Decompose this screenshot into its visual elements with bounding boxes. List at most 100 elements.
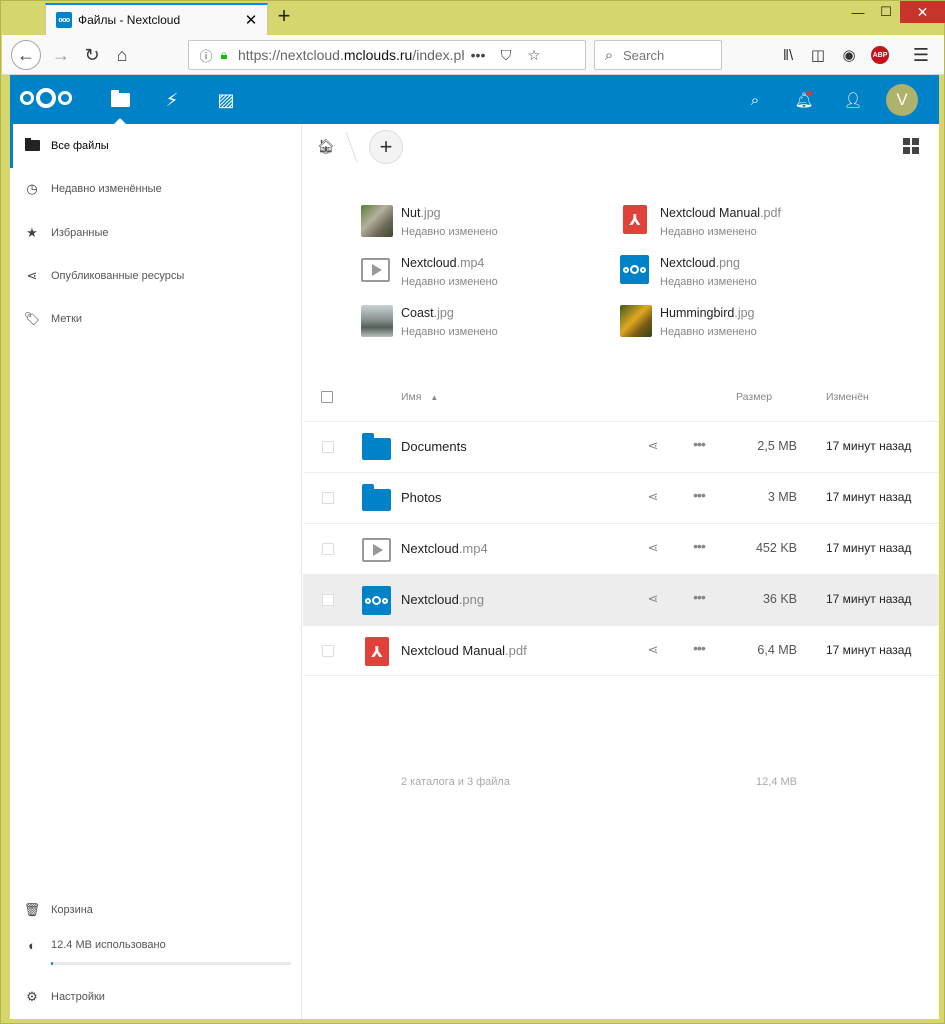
recent-file-item[interactable]: ⅄ Nextcloud Manual.pdf Недавно изменено [620, 204, 870, 244]
select-all-checkbox[interactable] [321, 391, 333, 403]
recent-file-status: Недавно изменено [660, 326, 757, 338]
column-header-name[interactable]: Имя ▲ [401, 391, 438, 403]
bookmark-star-icon[interactable]: ☆ [520, 47, 548, 64]
nextcloud-logo[interactable] [20, 88, 72, 108]
recent-file-item[interactable]: Hummingbird.jpg Недавно изменено [620, 304, 870, 344]
recent-file-item[interactable]: Nut.jpg Недавно изменено [361, 204, 611, 244]
sidebar-item-favorites[interactable]: ★ Избранные [10, 211, 302, 255]
sidebar-item-all-files[interactable]: Все файлы [10, 124, 302, 168]
sidebar-item-label: Настройки [51, 991, 105, 1003]
share-icon[interactable]: ⋖ [644, 438, 662, 456]
share-icon[interactable]: ⋖ [644, 489, 662, 507]
user-avatar[interactable]: V [886, 84, 918, 116]
info-icon[interactable]: ⓘ [196, 46, 216, 65]
column-header-size[interactable]: Размер [736, 391, 772, 403]
adblock-icon[interactable]: ABP [866, 41, 894, 69]
sidebar-item-shares[interactable]: ⋖ Опубликованные ресурсы [10, 254, 302, 298]
table-row[interactable]: Photos ⋖ ••• 3 MB 17 минут назад [303, 472, 939, 523]
image-thumbnail [361, 305, 393, 337]
file-name[interactable]: Nextcloud.png [401, 592, 484, 607]
pocket-icon[interactable]: ⛉ [492, 47, 520, 64]
library-icon[interactable]: ‖\ [774, 41, 802, 69]
nextcloud-image-thumbnail [620, 255, 652, 287]
sidebar-item-label: Метки [51, 313, 83, 325]
folder-icon [362, 433, 391, 462]
account-icon[interactable]: ◉ [835, 41, 863, 69]
recent-file-status: Недавно изменено [660, 276, 757, 288]
maximize-button[interactable]: ☐ [872, 1, 900, 23]
add-new-button[interactable]: + [369, 130, 403, 164]
files-app-icon[interactable] [108, 88, 132, 125]
search-placeholder: Search [623, 47, 665, 63]
file-modified: 17 минут назад [826, 592, 912, 606]
share-icon[interactable]: ⋖ [644, 591, 662, 609]
search-icon[interactable]: ⌕ [743, 88, 767, 112]
grid-view-icon[interactable] [903, 138, 919, 154]
search-input[interactable]: ⌕ Search [594, 40, 722, 70]
recent-file-status: Недавно изменено [401, 226, 498, 238]
url-text[interactable]: https://nextcloud.mclouds.ru/index.php [238, 47, 464, 63]
file-size: 3 MB [767, 490, 797, 504]
folder-icon [362, 484, 391, 513]
column-header-modified[interactable]: Изменён [826, 391, 869, 403]
pdf-icon: ⅄ [620, 205, 652, 237]
recent-file-name: Nextcloud.png [660, 256, 740, 270]
row-checkbox[interactable] [322, 594, 334, 606]
file-name[interactable]: Nextcloud Manual.pdf [401, 643, 527, 658]
sidebar-item-label: Недавно изменённые [51, 183, 162, 195]
nextcloud-app: ⚡︎ ▨ ⌕ 🔔︎ 👤︎ V Все файлы ◷ Недавно измен… [10, 75, 939, 1019]
tab-close-icon[interactable]: ✕ [241, 11, 261, 29]
summary-size: 12,4 MB [756, 776, 797, 788]
sidebar-item-tags[interactable]: 🏷︎ Метки [10, 297, 302, 341]
table-row[interactable]: ⅄ Nextcloud Manual.pdf ⋖ ••• 6,4 MB 17 м… [303, 625, 939, 676]
row-checkbox[interactable] [322, 543, 334, 555]
file-name[interactable]: Documents [401, 439, 467, 454]
lock-icon[interactable]: 🔒︎ [216, 47, 232, 63]
title-bar: ooo Файлы - Nextcloud ✕ + — ☐ ✕ [1, 1, 945, 35]
trash-icon: 🗑︎ [23, 902, 41, 917]
new-tab-button[interactable]: + [273, 5, 295, 29]
table-row[interactable]: Nextcloud.mp4 ⋖ ••• 452 KB 17 минут наза… [303, 523, 939, 574]
sidebar-quota: ◐ 12.4 MB использовано [10, 923, 302, 967]
row-checkbox[interactable] [322, 492, 334, 504]
contacts-icon[interactable]: 👤︎ [841, 88, 865, 112]
browser-tab[interactable]: ooo Файлы - Nextcloud ✕ [45, 3, 268, 35]
table-row[interactable]: Documents ⋖ ••• 2,5 MB 17 минут назад [303, 421, 939, 472]
sidebar-item-label: Все файлы [51, 140, 109, 152]
sidebar-icon[interactable]: ◫ [804, 41, 832, 69]
row-checkbox[interactable] [322, 645, 334, 657]
nextcloud-image-thumbnail [362, 586, 391, 615]
page-actions-icon[interactable]: ••• [464, 47, 492, 63]
file-name[interactable]: Nextcloud.mp4 [401, 541, 488, 556]
recent-file-item[interactable]: Nextcloud.mp4 Недавно изменено [361, 254, 611, 294]
file-modified: 17 минут назад [826, 490, 912, 504]
recent-file-item[interactable]: Nextcloud.png Недавно изменено [620, 254, 870, 294]
window-close-button[interactable]: ✕ [900, 1, 945, 23]
home-breadcrumb-icon[interactable]: 🏠︎ [317, 138, 335, 155]
row-checkbox[interactable] [322, 441, 334, 453]
menu-icon[interactable]: ☰ [907, 41, 935, 69]
share-icon[interactable]: ⋖ [644, 540, 662, 558]
recent-file-name: Nut.jpg [401, 206, 441, 220]
notifications-bell-icon[interactable]: 🔔︎ [792, 88, 816, 112]
sidebar-item-settings[interactable]: ⚙︎ Настройки [10, 975, 302, 1019]
search-icon: ⌕ [604, 46, 614, 64]
gallery-app-icon[interactable]: ▨ [214, 88, 238, 112]
recent-file-name: Hummingbird.jpg [660, 306, 755, 320]
image-thumbnail [361, 205, 393, 237]
activity-app-icon[interactable]: ⚡︎ [160, 88, 184, 112]
back-button[interactable]: ← [11, 40, 41, 70]
sidebar-item-recent[interactable]: ◷ Недавно изменённые [10, 167, 302, 211]
sidebar-item-label: Опубликованные ресурсы [51, 270, 185, 282]
file-modified: 17 минут назад [826, 541, 912, 555]
file-name[interactable]: Photos [401, 490, 441, 505]
recent-file-name: Nextcloud Manual.pdf [660, 206, 781, 220]
minimize-button[interactable]: — [844, 1, 872, 23]
table-row[interactable]: Nextcloud.png ⋖ ••• 36 KB 17 минут назад [303, 574, 939, 625]
recent-file-item[interactable]: Coast.jpg Недавно изменено [361, 304, 611, 344]
url-bar[interactable]: ⓘ 🔒︎ https://nextcloud.mclouds.ru/index.… [188, 40, 586, 70]
share-icon[interactable]: ⋖ [644, 642, 662, 660]
home-button[interactable]: ⌂ [108, 41, 136, 69]
reload-button[interactable]: ↻ [78, 41, 106, 69]
forward-button[interactable]: → [47, 41, 75, 69]
